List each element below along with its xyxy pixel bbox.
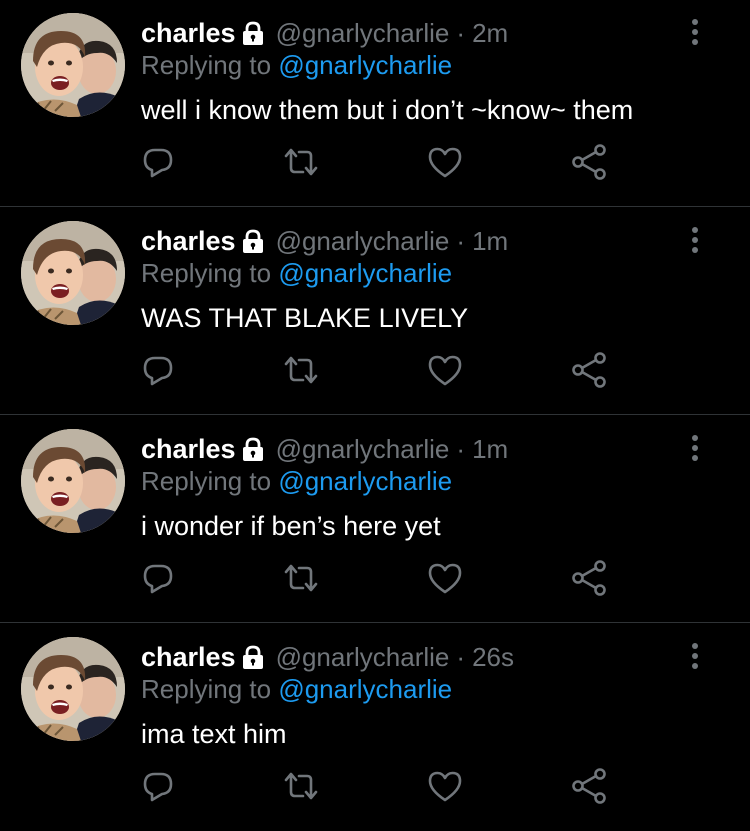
share-icon[interactable] <box>569 142 609 182</box>
replying-to-label: Replying to <box>141 258 272 288</box>
retweet-icon[interactable] <box>281 558 321 598</box>
retweet-icon[interactable] <box>281 350 321 390</box>
reply-icon[interactable] <box>138 350 178 390</box>
display-name[interactable]: charles <box>141 226 236 257</box>
tweet-header: charles @gnarlycharlie · 2m <box>141 16 508 50</box>
replying-to-mention[interactable]: @gnarlycharlie <box>278 258 452 288</box>
reply-icon[interactable] <box>138 142 178 182</box>
display-name[interactable]: charles <box>141 434 236 465</box>
separator-dot: · <box>456 225 466 256</box>
handle[interactable]: @gnarlycharlie <box>276 434 450 465</box>
separator-dot: · <box>456 433 466 464</box>
reply-icon[interactable] <box>138 558 178 598</box>
tweet[interactable]: charles @gnarlycharlie · 1m Replying to … <box>0 208 750 415</box>
avatar[interactable] <box>21 13 125 117</box>
more-vertical-icon[interactable] <box>680 14 710 50</box>
replying-to-line: Replying to @gnarlycharlie <box>141 674 452 705</box>
tweet-header: charles @gnarlycharlie · 1m <box>141 432 508 466</box>
divider <box>0 414 750 415</box>
lock-icon <box>240 436 266 462</box>
retweet-icon[interactable] <box>281 142 321 182</box>
avatar[interactable] <box>21 429 125 533</box>
share-icon[interactable] <box>569 558 609 598</box>
replying-to-mention[interactable]: @gnarlycharlie <box>278 50 452 80</box>
heart-icon[interactable] <box>425 350 465 390</box>
handle[interactable]: @gnarlycharlie <box>276 18 450 49</box>
timestamp[interactable]: 26s <box>472 642 514 673</box>
replying-to-mention[interactable]: @gnarlycharlie <box>278 674 452 704</box>
lock-icon <box>240 20 266 46</box>
replying-to-label: Replying to <box>141 466 272 496</box>
more-vertical-icon[interactable] <box>680 222 710 258</box>
retweet-icon[interactable] <box>281 766 321 806</box>
display-name[interactable]: charles <box>141 642 236 673</box>
timestamp[interactable]: 1m <box>472 434 508 465</box>
separator-dot: · <box>456 17 466 48</box>
divider <box>0 206 750 207</box>
more-vertical-icon[interactable] <box>680 638 710 674</box>
tweet[interactable]: charles @gnarlycharlie · 2m Replying to … <box>0 0 750 207</box>
handle[interactable]: @gnarlycharlie <box>276 226 450 257</box>
timestamp[interactable]: 2m <box>472 18 508 49</box>
more-vertical-icon[interactable] <box>680 430 710 466</box>
tweet-header: charles @gnarlycharlie · 26s <box>141 640 514 674</box>
heart-icon[interactable] <box>425 766 465 806</box>
share-icon[interactable] <box>569 350 609 390</box>
tweet-text: i wonder if ben’s here yet <box>141 511 441 541</box>
heart-icon[interactable] <box>425 558 465 598</box>
tweet[interactable]: charles @gnarlycharlie · 26s Replying to… <box>0 624 750 831</box>
lock-icon <box>240 644 266 670</box>
replying-to-label: Replying to <box>141 50 272 80</box>
avatar[interactable] <box>21 221 125 325</box>
divider <box>0 622 750 623</box>
reply-icon[interactable] <box>138 766 178 806</box>
tweet[interactable]: charles @gnarlycharlie · 1m Replying to … <box>0 416 750 623</box>
share-icon[interactable] <box>569 766 609 806</box>
display-name[interactable]: charles <box>141 18 236 49</box>
replying-to-mention[interactable]: @gnarlycharlie <box>278 466 452 496</box>
heart-icon[interactable] <box>425 142 465 182</box>
lock-icon <box>240 228 266 254</box>
replying-to-line: Replying to @gnarlycharlie <box>141 466 452 497</box>
replying-to-label: Replying to <box>141 674 272 704</box>
handle[interactable]: @gnarlycharlie <box>276 642 450 673</box>
tweet-text: well i know them but i don’t ~know~ them <box>141 95 634 125</box>
replying-to-line: Replying to @gnarlycharlie <box>141 258 452 289</box>
avatar[interactable] <box>21 637 125 741</box>
tweet-text: ima text him <box>141 719 287 749</box>
replying-to-line: Replying to @gnarlycharlie <box>141 50 452 81</box>
timestamp[interactable]: 1m <box>472 226 508 257</box>
separator-dot: · <box>456 641 466 672</box>
tweet-text: WAS THAT BLAKE LIVELY <box>141 303 469 333</box>
reply-thread: charles @gnarlycharlie · 2m Replying to … <box>0 0 750 827</box>
tweet-header: charles @gnarlycharlie · 1m <box>141 224 508 258</box>
